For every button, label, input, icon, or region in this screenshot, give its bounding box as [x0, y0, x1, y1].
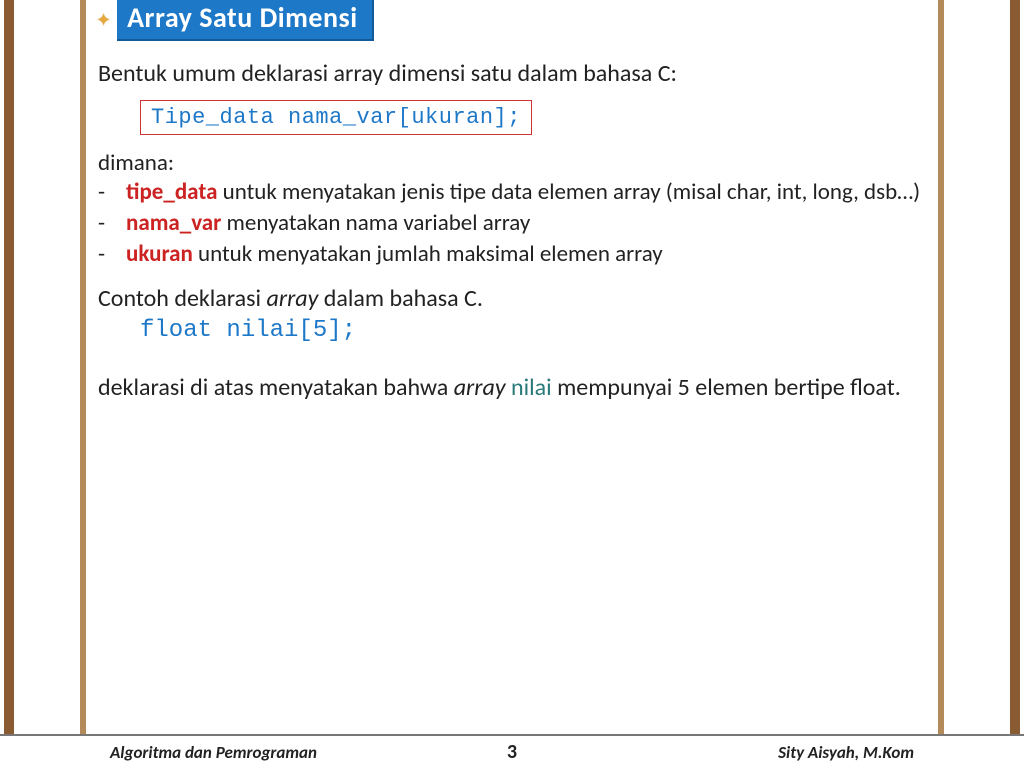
example-italic: array [267, 284, 319, 313]
border-inner-right [938, 0, 944, 768]
explain-pre: deklarasi di atas menyatakan bahwa [98, 373, 454, 402]
page-number: 3 [507, 740, 517, 764]
list-item: - tipe_data untuk menyatakan jenis tipe … [98, 177, 926, 208]
intro-text: Bentuk umum deklarasi array dimensi satu… [98, 59, 926, 88]
list-item: - ukuran untuk menyatakan jumlah maksima… [98, 239, 926, 270]
example-post: dalam bahasa C. [318, 284, 483, 313]
border-inner-left [80, 0, 86, 768]
explain-teal: nilai [506, 373, 552, 402]
footer-right: Sity Aisyah, M.Kom [778, 742, 914, 763]
slide-title: Array Satu Dimensi [117, 0, 374, 41]
slide-content: ✦ Array Satu Dimensi Bentuk umum deklara… [98, 0, 926, 728]
example-pre: Contoh deklarasi [98, 284, 267, 313]
list-item-text: ukuran untuk menyatakan jumlah maksimal … [126, 239, 926, 270]
star-icon: ✦ [96, 9, 111, 31]
bullet-dash: - [98, 177, 126, 208]
list-item: - nama_var menyatakan nama variabel arra… [98, 208, 926, 239]
list-item-text: tipe_data untuk menyatakan jenis tipe da… [126, 177, 926, 208]
explain-post: mempunyai 5 elemen bertipe float. [552, 373, 901, 402]
list-item-rest: untuk menyatakan jumlah maksimal elemen … [193, 240, 663, 268]
title-row: ✦ Array Satu Dimensi [98, 0, 926, 41]
definition-list: - tipe_data untuk menyatakan jenis tipe … [98, 177, 926, 270]
footer: Algoritma dan Pemrograman 3 Sity Aisyah,… [0, 734, 1024, 768]
list-item-rest: untuk menyatakan jenis tipe data elemen … [217, 178, 920, 206]
keyword: ukuran [126, 240, 193, 268]
bullet-dash: - [98, 239, 126, 270]
where-label: dimana: [98, 149, 926, 177]
keyword: nama_var [126, 209, 221, 237]
example-code: float nilai[5]; [140, 317, 926, 344]
syntax-box: Tipe_data nama_var[ukuran]; [140, 100, 532, 135]
list-item-text: nama_var menyatakan nama variabel array [126, 208, 926, 239]
border-outer-left [4, 0, 14, 768]
footer-left: Algoritma dan Pemrograman [110, 742, 317, 763]
explanation-text: deklarasi di atas menyatakan bahwa array… [98, 372, 926, 404]
example-heading: Contoh deklarasi array dalam bahasa C. [98, 284, 926, 313]
bullet-dash: - [98, 208, 126, 239]
border-outer-right [1010, 0, 1020, 768]
keyword: tipe_data [126, 178, 217, 206]
explain-italic: array [454, 373, 506, 402]
list-item-rest: menyatakan nama variabel array [221, 209, 530, 237]
